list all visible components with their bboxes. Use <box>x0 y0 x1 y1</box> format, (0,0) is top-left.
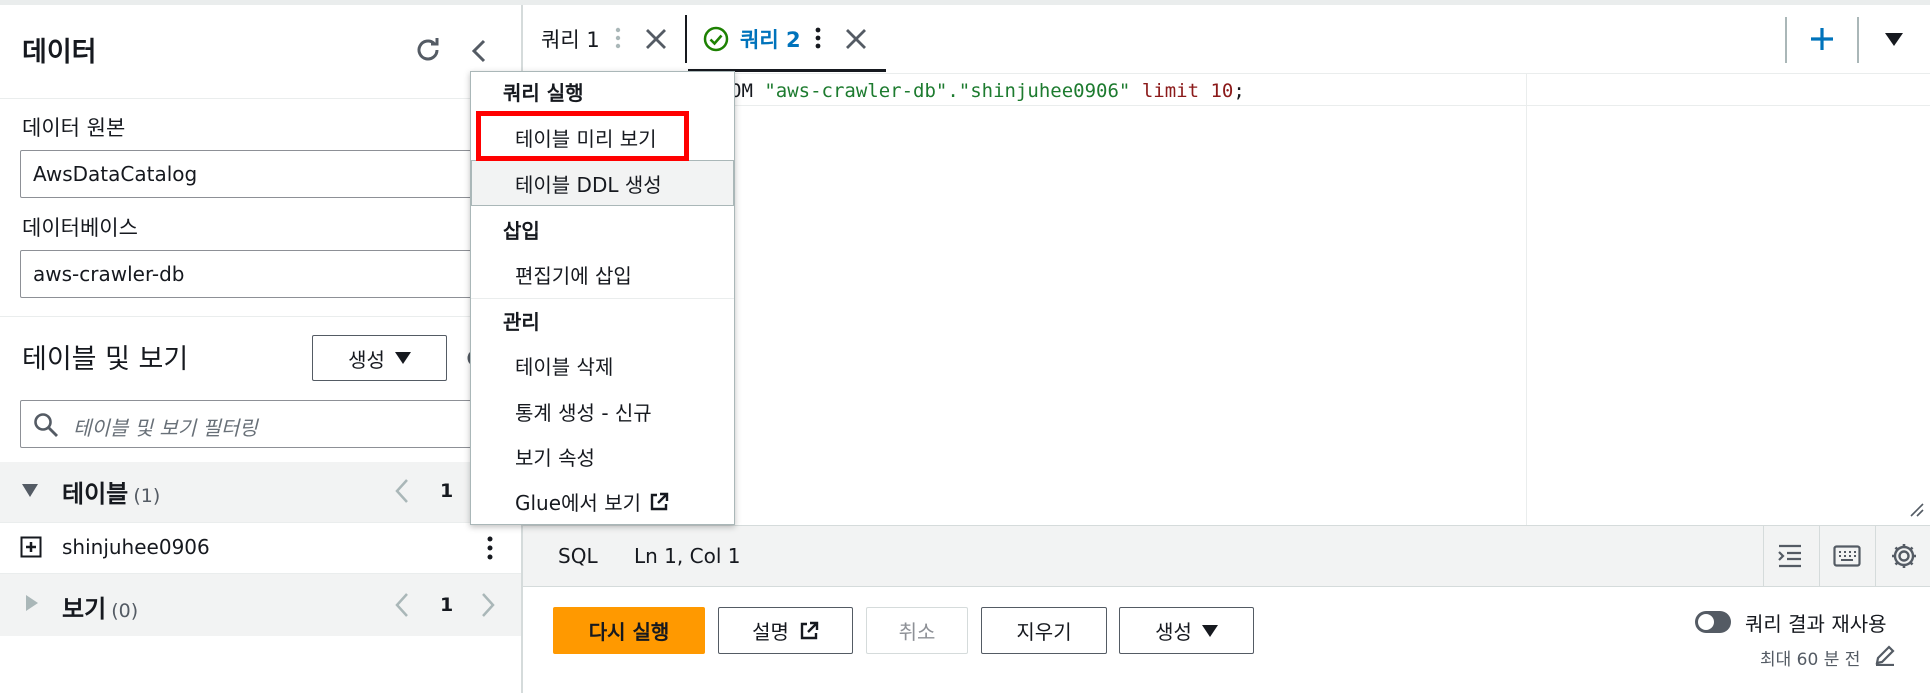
code-keyword: OM <box>730 80 765 102</box>
chevron-left-icon[interactable] <box>394 592 410 618</box>
table-name[interactable]: shinjuhee0906 <box>62 535 210 559</box>
database-value: aws-crawler-db <box>33 262 185 286</box>
code-keyword-limit: limit <box>1130 80 1211 102</box>
explain-label: 설명 <box>752 620 789 644</box>
tables-section-title: 테이블 (1) <box>62 474 160 509</box>
more-options-icon[interactable] <box>486 536 494 560</box>
code-semicolon: ; <box>1233 80 1245 102</box>
caret-right-icon[interactable] <box>26 595 38 611</box>
gear-icon[interactable] <box>1890 542 1918 570</box>
collapse-panel-icon[interactable] <box>468 36 490 66</box>
run-again-label: 다시 실행 <box>588 620 670 644</box>
edit-pencil-icon[interactable] <box>1874 644 1896 666</box>
reuse-age-text: 최대 60 분 전 <box>1760 650 1861 670</box>
tab-separator <box>685 15 687 63</box>
clear-label: 지우기 <box>1016 620 1072 644</box>
menu-group-manage: 관리 <box>503 310 540 334</box>
code-string: "aws-crawler-db"."shinjuhee0906" <box>764 80 1131 102</box>
tabs-dropdown-icon[interactable] <box>1885 33 1903 46</box>
external-link-icon <box>650 492 669 510</box>
keyboard-icon[interactable] <box>1833 545 1861 567</box>
menu-item-insert-into-editor[interactable]: 편집기에 삽입 <box>515 260 632 289</box>
search-icon <box>34 413 58 437</box>
query-code-line[interactable]: OM "aws-crawler-db"."shinjuhee0906" limi… <box>730 80 1245 102</box>
close-tab-icon[interactable] <box>645 28 667 50</box>
close-tab-icon[interactable] <box>845 28 867 50</box>
tab-query-1[interactable]: 쿼리 1 <box>541 5 600 73</box>
tables-page-number[interactable]: 1 <box>440 480 453 502</box>
divider <box>1763 525 1764 587</box>
success-check-icon <box>703 26 729 52</box>
chevron-right-icon[interactable] <box>480 592 496 618</box>
data-source-label: 데이터 원본 <box>22 116 126 140</box>
tab-menu-icon[interactable] <box>615 27 621 49</box>
filter-placeholder: 테이블 및 보기 필터링 <box>73 416 258 440</box>
data-source-value: AwsDataCatalog <box>33 162 198 186</box>
tab-bar-separator <box>1785 17 1787 63</box>
tab-label: 쿼리 2 <box>740 28 801 52</box>
create-table-button[interactable]: 생성 <box>312 335 447 381</box>
external-link-icon <box>800 621 819 639</box>
tab-bar-separator <box>1857 17 1859 63</box>
views-section-title: 보기 (0) <box>62 589 138 624</box>
run-again-button[interactable]: 다시 실행 <box>553 607 705 654</box>
menu-divider <box>471 298 734 299</box>
menu-item-generate-ddl[interactable]: 테이블 DDL 생성 <box>515 169 662 198</box>
tables-count: (1) <box>133 485 161 507</box>
menu-item-view-in-glue[interactable]: Glue에서 보기 <box>515 487 669 516</box>
refresh-icon[interactable] <box>413 35 443 65</box>
reuse-results-label: 쿼리 결과 재사용 <box>1745 612 1887 636</box>
add-tab-icon[interactable] <box>1809 26 1835 52</box>
menu-group-insert: 삽입 <box>503 219 540 243</box>
menu-item-delete-table[interactable]: 테이블 삭제 <box>515 351 613 380</box>
tables-views-title: 테이블 및 보기 <box>22 344 189 375</box>
views-label: 보기 <box>62 595 107 623</box>
cancel-label: 취소 <box>898 620 936 644</box>
divider <box>0 316 521 317</box>
cancel-button[interactable]: 취소 <box>866 607 968 654</box>
menu-item-view-properties[interactable]: 보기 속성 <box>515 442 595 471</box>
reuse-results-toggle[interactable] <box>1695 611 1731 633</box>
query-tabs: 쿼리 1 쿼리 2 <box>523 5 1930 73</box>
divider <box>1819 525 1820 587</box>
expand-plus-icon[interactable] <box>20 536 42 558</box>
tab-label: 쿼리 1 <box>541 28 600 52</box>
views-page-number[interactable]: 1 <box>440 594 453 616</box>
divider <box>0 98 521 99</box>
caret-down-icon[interactable] <box>22 484 38 497</box>
data-source-select[interactable]: AwsDataCatalog <box>20 150 500 198</box>
create-label: 생성 <box>1155 620 1192 644</box>
red-highlight-box <box>476 111 689 161</box>
caret-down-icon <box>394 352 411 364</box>
explain-button[interactable]: 설명 <box>718 607 853 654</box>
menu-item-generate-stats[interactable]: 통계 생성 - 신규 <box>515 397 652 426</box>
create-button-label: 생성 <box>348 347 385 372</box>
chevron-left-icon[interactable] <box>394 478 410 504</box>
tab-query-2[interactable]: 쿼리 2 <box>740 5 801 73</box>
tables-label: 테이블 <box>62 480 129 508</box>
caret-down-icon <box>1201 624 1218 637</box>
database-select[interactable]: aws-crawler-db <box>20 250 500 298</box>
database-label: 데이터베이스 <box>22 216 138 240</box>
clear-button[interactable]: 지우기 <box>981 607 1107 654</box>
panel-title: 데이터 <box>22 37 97 68</box>
menu-group-run: 쿼리 실행 <box>503 81 584 105</box>
views-count: (0) <box>111 600 139 622</box>
format-query-icon[interactable] <box>1777 543 1803 569</box>
resize-handle-icon[interactable] <box>1908 501 1924 517</box>
tab-menu-icon[interactable] <box>815 27 821 49</box>
cursor-position: Ln 1, Col 1 <box>634 544 741 568</box>
table-filter-input[interactable]: 테이블 및 보기 필터링 <box>20 400 500 448</box>
view-in-glue-label: Glue에서 보기 <box>515 491 641 515</box>
create-button[interactable]: 생성 <box>1119 607 1254 654</box>
language-indicator: SQL <box>558 544 598 568</box>
code-number: 10 <box>1210 80 1234 102</box>
editor-print-margin <box>1526 73 1527 525</box>
divider <box>1875 525 1876 587</box>
